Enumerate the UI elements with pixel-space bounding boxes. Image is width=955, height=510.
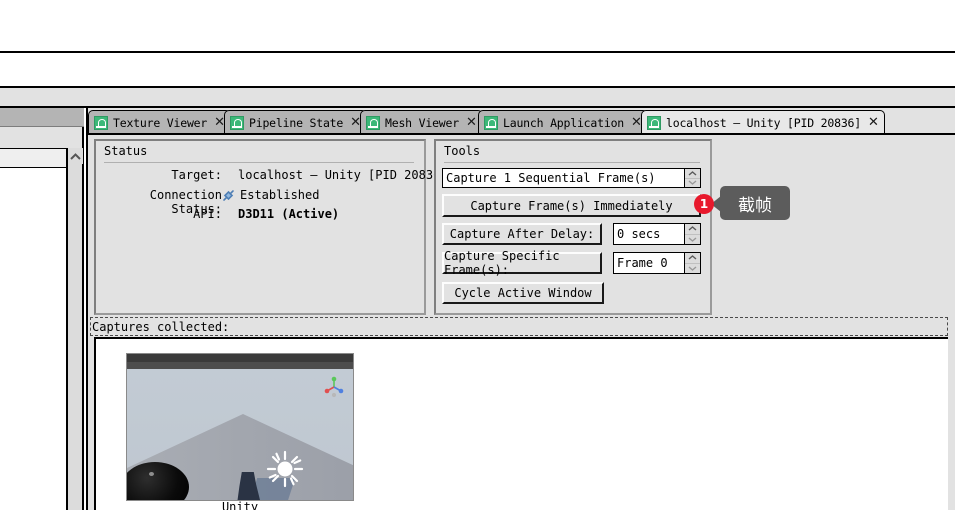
chevron-down-icon[interactable]	[685, 264, 700, 274]
target-label: Target:	[171, 168, 222, 182]
captures-collected-label: Captures collected:	[92, 320, 230, 334]
capture-frames-immediately-button[interactable]: Capture Frame(s) Immediately	[442, 194, 701, 217]
capture-specific-frames-button[interactable]: Capture Specific Frame(s):	[442, 249, 602, 277]
capture-specific-frames-label: Capture Specific Frame(s):	[444, 249, 560, 277]
tab-pipeline-state[interactable]: Pipeline State ✕	[224, 110, 368, 135]
light-gizmo-glyph	[266, 450, 304, 488]
tab-localhost-unity[interactable]: localhost – Unity [PID 20836] ✕	[641, 110, 885, 135]
left-panel-field[interactable]	[0, 148, 67, 168]
delay-seconds-value: 0 secs	[617, 227, 661, 241]
cycle-active-window-label: Cycle Active Window	[454, 286, 592, 300]
renderdoc-icon	[230, 116, 244, 130]
connection-status-value: Established	[240, 188, 320, 202]
top-blank-region-lower	[0, 53, 955, 86]
chevron-up-icon[interactable]	[685, 253, 700, 264]
specific-frame-value: Frame 0	[617, 256, 668, 270]
target-value: localhost – Unity [PID 20836]	[238, 168, 448, 182]
axis-gizmo-icon	[323, 376, 345, 398]
toolbar-band	[0, 88, 955, 108]
tab-texture-viewer[interactable]: Texture Viewer ✕	[88, 110, 232, 135]
renderdoc-icon	[484, 116, 498, 130]
tab-label: Mesh Viewer	[385, 116, 459, 130]
delay-seconds-input[interactable]: 0 secs	[613, 223, 685, 245]
renderdoc-icon	[647, 116, 661, 130]
status-group-rule	[104, 162, 414, 163]
close-icon[interactable]: ✕	[866, 116, 879, 129]
capture-frames-immediately-label: Capture Frame(s) Immediately	[470, 198, 673, 213]
tab-launch-application[interactable]: Launch Application ✕	[478, 110, 648, 135]
capture-after-delay-label: Capture After Delay:	[449, 227, 595, 241]
thumbnail-editor-toolbar	[127, 362, 353, 369]
capture-thumbnail-caption: Unity	[221, 500, 259, 510]
tab-label: Texture Viewer	[113, 116, 208, 130]
chevron-down-icon[interactable]	[685, 179, 700, 188]
capture-thumbnail[interactable]	[126, 353, 354, 501]
status-group-title: Status	[104, 144, 148, 158]
left-panel-list[interactable]	[0, 168, 67, 510]
tools-group-rule	[444, 162, 700, 163]
close-icon[interactable]: ✕	[629, 116, 642, 129]
specific-frame-input[interactable]: Frame 0	[613, 252, 685, 274]
chevron-up-icon[interactable]	[68, 148, 83, 164]
tab-label: Launch Application	[503, 116, 625, 130]
renderdoc-icon	[94, 116, 108, 130]
thumbnail-sphere-highlight	[149, 472, 154, 476]
thumbnail-editor-menubar	[127, 354, 353, 362]
left-panel-scrollbar[interactable]	[67, 148, 83, 510]
light-gizmo-icon	[265, 449, 305, 489]
chevron-down-icon[interactable]	[685, 235, 700, 245]
close-icon[interactable]: ✕	[464, 116, 477, 129]
left-panel-titlebar	[0, 108, 84, 127]
api-label: API:	[193, 207, 222, 221]
plug-connected-glyph	[223, 190, 234, 201]
chevron-up-icon[interactable]	[685, 224, 700, 235]
tools-group-title: Tools	[444, 144, 481, 158]
specific-frame-stepper[interactable]	[685, 252, 701, 274]
top-blank-region-upper	[0, 0, 955, 51]
tab-label: Pipeline State	[249, 116, 344, 130]
delay-seconds-stepper[interactable]	[685, 223, 701, 245]
tab-label: localhost – Unity [PID 20836]	[666, 116, 861, 130]
cycle-active-window-button[interactable]: Cycle Active Window	[442, 282, 604, 304]
sequential-frames-stepper[interactable]	[685, 168, 701, 188]
status-groupbox: Status	[94, 139, 426, 315]
app-window: ✕ Texture Viewer ✕ Pipeline State ✕ Mesh…	[0, 0, 955, 510]
axis-gizmo-glyph	[324, 376, 344, 398]
annotation-tooltip: 截帧	[720, 186, 790, 220]
chevron-up-glyph	[70, 152, 81, 160]
tab-mesh-viewer[interactable]: Mesh Viewer ✕	[360, 110, 483, 135]
sequential-frames-input[interactable]: Capture 1 Sequential Frame(s)	[442, 168, 685, 188]
capture-after-delay-button[interactable]: Capture After Delay:	[442, 223, 602, 245]
sequential-frames-value: Capture 1 Sequential Frame(s)	[446, 171, 656, 185]
api-value: D3D11 (Active)	[238, 207, 340, 221]
plug-connected-icon	[221, 188, 236, 203]
chevron-up-icon[interactable]	[685, 169, 700, 179]
tab-strip: Texture Viewer ✕ Pipeline State ✕ Mesh V…	[88, 108, 955, 135]
renderdoc-icon	[366, 116, 380, 130]
annotation-step-badge: 1	[694, 194, 714, 214]
